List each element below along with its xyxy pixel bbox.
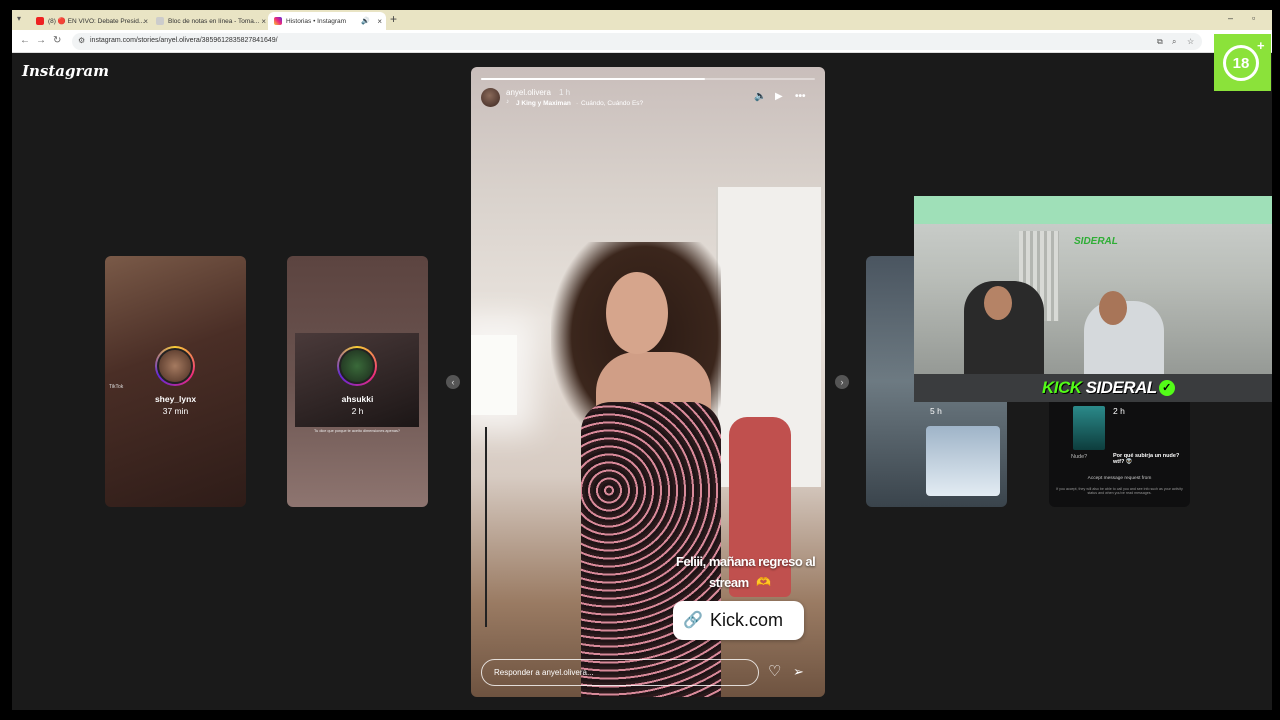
- story-text-line-2: stream: [709, 575, 749, 590]
- story-time: 2 h: [351, 406, 364, 416]
- age-rating-badge: 18 +: [1214, 34, 1271, 91]
- link-sticker-label: Kick.com: [710, 610, 784, 630]
- instagram-icon: [274, 17, 282, 25]
- new-tab-button[interactable]: +: [390, 12, 397, 26]
- address-bar[interactable]: ⚙ instagram.com/stories/anyel.olivera/38…: [72, 33, 1202, 50]
- tab-search-icon[interactable]: ▾: [17, 14, 21, 23]
- link-icon: 🔗: [683, 612, 703, 629]
- gaming-chair: [729, 417, 791, 597]
- verified-check-icon: ✓: [1158, 380, 1175, 396]
- story-time: 2 h: [1113, 406, 1125, 416]
- tab-label: Bloc de notas en línea - Toma...: [168, 17, 260, 25]
- song-separator: ·: [576, 100, 579, 107]
- story-username[interactable]: anyel.olivera: [506, 88, 551, 97]
- heart-hands-emoji: 🫶: [756, 575, 771, 589]
- restore-icon[interactable]: ▫: [1252, 13, 1255, 23]
- story-thumbnail: [926, 426, 1000, 496]
- story-preview-ahsukki[interactable]: ahsukki 2 h Tu dice que porque te aceito…: [287, 256, 428, 507]
- link-sticker[interactable]: 🔗 Kick.com: [673, 601, 804, 640]
- tab-strip: ▾ (8) 🔴 EN VIVO: Debate Presid... × Bloc…: [12, 10, 1272, 30]
- accept-request-title: Accept message request from: [1087, 476, 1152, 481]
- bookmark-star-icon[interactable]: ☆: [1187, 37, 1194, 46]
- message-chip: Nude?: [1071, 454, 1088, 460]
- channel-name: SIDERAL: [1085, 378, 1158, 397]
- age-rating-number: 18: [1232, 55, 1250, 72]
- streamer-right-head: [1099, 291, 1127, 325]
- story-progress-fill: [481, 78, 705, 80]
- avatar: [339, 348, 375, 384]
- story-time: 37 min: [162, 406, 189, 416]
- prev-story-button[interactable]: ‹: [446, 375, 460, 389]
- minimize-icon[interactable]: –: [1228, 13, 1233, 23]
- tiktok-watermark: TikTok: [109, 384, 124, 390]
- story-ring: [155, 346, 195, 386]
- site-info-icon[interactable]: ⚙: [78, 36, 85, 45]
- age-rating-circle: 18: [1223, 45, 1259, 81]
- story-ring: [337, 346, 377, 386]
- tab-label: Historias • Instagram: [286, 17, 347, 25]
- reload-icon[interactable]: ↻: [53, 35, 61, 46]
- reply-input[interactable]: Responder a anyel.olivera...: [481, 659, 759, 686]
- story-preview-shey-lynx[interactable]: TikTok shey_lynx 37 min: [105, 256, 246, 507]
- browser-window: ▾ (8) 🔴 EN VIVO: Debate Presid... × Bloc…: [12, 10, 1272, 710]
- window-light: [471, 335, 517, 415]
- story-time: 5 h: [930, 406, 942, 416]
- person-face: [606, 272, 668, 354]
- story-thumbnail: [1073, 406, 1105, 450]
- heart-icon[interactable]: ♡: [768, 662, 781, 680]
- next-story-button[interactable]: ›: [835, 375, 849, 389]
- back-icon[interactable]: ←: [20, 35, 30, 46]
- story-progress-bar: [481, 78, 815, 80]
- streamer-webcam-overlay: SIDERAL KICK SIDERAL ✓: [914, 196, 1272, 402]
- volume-icon[interactable]: 🔈: [754, 91, 766, 102]
- forward-icon[interactable]: →: [36, 35, 46, 46]
- youtube-icon: [36, 17, 44, 25]
- tab-notepad[interactable]: Bloc de notas en línea - Toma... ×: [150, 12, 270, 30]
- tripod: [485, 427, 487, 627]
- instagram-logo[interactable]: Instagram: [22, 62, 109, 80]
- age-rating-plus: +: [1257, 38, 1265, 53]
- reply-placeholder: Responder a anyel.olivera...: [494, 668, 594, 677]
- send-icon[interactable]: ➢: [793, 664, 804, 680]
- accept-request-body: If you accept, they will also be able to…: [1056, 487, 1183, 495]
- tab-debate[interactable]: (8) 🔴 EN VIVO: Debate Presid... ×: [30, 12, 152, 30]
- install-icon[interactable]: ⧉: [1157, 37, 1163, 47]
- music-icon: ♪: [506, 99, 509, 105]
- streamer-left-head: [984, 286, 1012, 320]
- tab-instagram[interactable]: Historias • Instagram 🔊 ×: [268, 12, 386, 30]
- avatar[interactable]: [481, 88, 500, 107]
- story-text-line-1: Feliii, mañana regreso al: [676, 554, 816, 569]
- speaker-icon[interactable]: 🔊: [361, 17, 370, 25]
- message-text: Por qué subirja un nude? wtf? 👽: [1113, 453, 1180, 465]
- close-icon[interactable]: ×: [377, 17, 382, 26]
- avatar: [157, 348, 193, 384]
- close-icon[interactable]: ×: [143, 17, 148, 26]
- more-options-icon[interactable]: •••: [795, 91, 806, 102]
- person-dress: [581, 402, 721, 697]
- song-title[interactable]: Cuándo, Cuándo Es?: [581, 100, 643, 107]
- story-time: 1 h: [559, 88, 571, 97]
- wall-logo: SIDERAL: [1074, 236, 1118, 247]
- story-username: ahsukki: [341, 394, 374, 404]
- story-username: shey_lynx: [154, 394, 197, 404]
- ceiling-light: [914, 196, 1272, 224]
- song-artist[interactable]: J King y Maximan: [516, 100, 571, 107]
- active-story[interactable]: anyel.olivera 1 h ♪ J King y Maximan · C…: [471, 67, 825, 697]
- url-text[interactable]: instagram.com/stories/anyel.olivera/3859…: [90, 37, 278, 44]
- address-toolbar: ← → ↻ ⚙ instagram.com/stories/anyel.oliv…: [12, 30, 1272, 53]
- close-icon[interactable]: ×: [261, 17, 266, 26]
- story-caption: Tu dice que porque te aceito dimensiones…: [314, 429, 400, 433]
- notepad-icon: [156, 17, 164, 25]
- play-icon[interactable]: ▶: [775, 91, 783, 102]
- instagram-stories-page: Instagram TikTok shey_lynx 37 min ahsukk…: [12, 53, 1272, 710]
- zoom-icon[interactable]: ⌕: [1172, 37, 1176, 47]
- tab-label: (8) 🔴 EN VIVO: Debate Presid...: [48, 18, 145, 25]
- kick-channel-badge: KICK SIDERAL ✓: [1042, 376, 1175, 400]
- kick-logo-text: KICK: [1042, 378, 1082, 397]
